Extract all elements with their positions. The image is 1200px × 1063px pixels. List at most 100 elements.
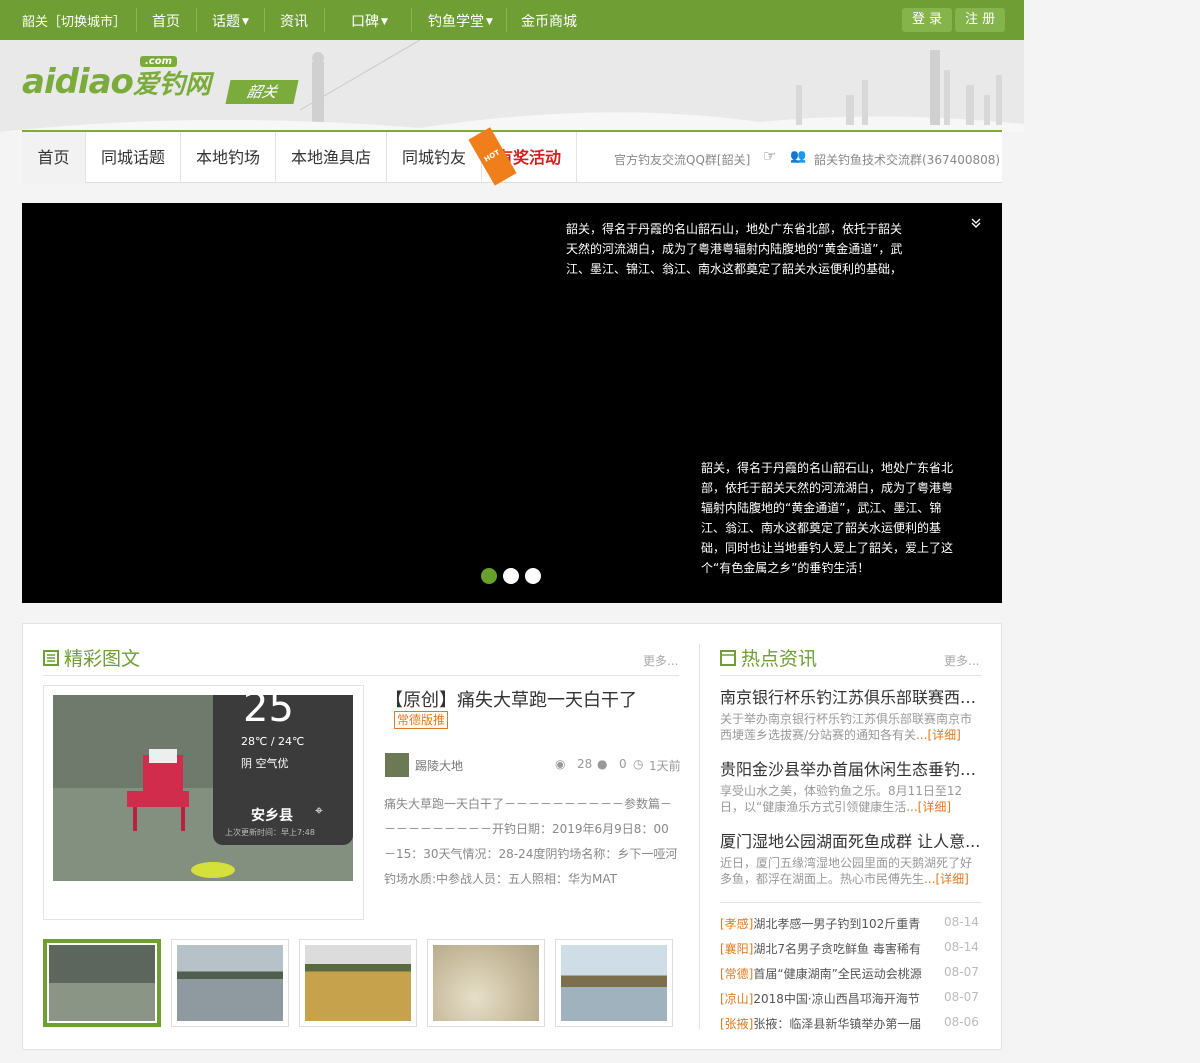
news-section-title: 热点资讯 xyxy=(720,644,817,671)
pointing-hand-icon: ☞ xyxy=(763,147,777,165)
location-pin-icon: ⌖ xyxy=(315,803,323,819)
weather-range: 28℃ / 24℃ xyxy=(241,735,305,748)
top-nav-topics-label: 话题 xyxy=(212,14,240,30)
divider xyxy=(720,675,982,676)
tab-local-tackle-shops[interactable]: 本地渔具店 xyxy=(276,132,387,183)
logo-cn: 爱钓网 xyxy=(132,70,211,100)
region-label: [凉山] xyxy=(720,992,754,1006)
thumbnail-5[interactable] xyxy=(555,939,673,1027)
top-nav-reviews[interactable]: 口碑 ▼ xyxy=(351,11,388,31)
list-item-title: 张掖：临泽县新华镇举办第一届 xyxy=(753,1017,922,1031)
site-logo[interactable]: aidiao爱钓网 .com 韶关 xyxy=(22,56,299,112)
avatar[interactable] xyxy=(385,753,409,777)
news-desc-3: 近日，厦门五缘湾湿地公园里面的天鹅湖死了好多鱼，都浮在湖面上。热心市民傅先生..… xyxy=(720,855,975,887)
city-switcher[interactable]: 韶关［切换城市］ xyxy=(22,11,126,30)
comments-count: 0 xyxy=(619,757,627,771)
divider xyxy=(43,675,679,676)
divider xyxy=(411,8,412,32)
divider xyxy=(264,8,265,32)
top-nav-mall[interactable]: 金币商城 xyxy=(521,11,577,31)
login-button[interactable]: 登 录 xyxy=(902,8,953,32)
top-nav-news[interactable]: 资讯 xyxy=(280,11,308,31)
carousel-dot-2[interactable] xyxy=(503,568,519,584)
list-item-title: 湖北孝感一男子钓到102斤重青 xyxy=(753,917,921,931)
qq-group-link[interactable]: 韶关钓鱼技术交流群(367400808) xyxy=(814,151,1000,168)
register-button[interactable]: 注 册 xyxy=(955,8,1006,32)
weather-widget: 25 28℃ / 24℃ 阴 空气优 安乡县 ⌖ 上次更新时间：早上7:48 xyxy=(213,695,353,845)
banner-intro-text: 韶关，得名于丹霞的名山韶石山，地处广东省北部，依托于韶关天然的河流湖白，成为了粤… xyxy=(566,222,903,276)
news-detail-link-1[interactable]: ...[详细] xyxy=(916,728,961,742)
list-item-title: 首届“健康湖南”全民运动会桃源 xyxy=(753,967,922,981)
people-icon: 👥 xyxy=(790,149,807,164)
thumbnail-3[interactable] xyxy=(299,939,417,1027)
news-headline-3[interactable]: 厦门湿地公园湖面死鱼成群 让人意... xyxy=(720,828,982,852)
divider xyxy=(196,8,197,32)
caret-down-icon: ▼ xyxy=(242,17,249,27)
banner-caption-text: 韶关，得名于丹霞的名山韶石山，地处广东省北部，依托于韶关天然的河流湖白，成为了粤… xyxy=(701,461,954,575)
featured-main-card[interactable]: 25 28℃ / 24℃ 阴 空气优 安乡县 ⌖ 上次更新时间：早上7:48 xyxy=(43,685,364,920)
caret-down-icon: ▼ xyxy=(486,17,493,27)
tab-prize-events[interactable]: HOT 有奖活动 xyxy=(468,127,577,186)
weather-condition: 阴 空气优 xyxy=(241,757,289,770)
featured-section-label: 精彩图文 xyxy=(64,648,141,670)
comment-icon: ● xyxy=(597,757,608,771)
carousel-dot-3[interactable] xyxy=(525,568,541,584)
list-item-date: 08-14 xyxy=(944,940,979,954)
top-nav-home[interactable]: 首页 xyxy=(152,11,180,31)
region-label: [常德] xyxy=(720,967,754,981)
divider xyxy=(720,902,982,903)
featured-article-title[interactable]: 【原创】痛失大草跑一天白干了 xyxy=(385,686,637,712)
divider xyxy=(324,8,325,32)
tab-home[interactable]: 首页 xyxy=(22,132,86,183)
divider xyxy=(506,8,507,32)
content-panel: 精彩图文 更多... 25 28℃ / 24℃ 阴 空气优 安乡县 ⌖ 上次更新… xyxy=(22,623,1002,1050)
double-chevron-down-icon[interactable] xyxy=(970,217,982,233)
news-headline-1[interactable]: 南京银行杯乐钓江苏俱乐部联赛西埂... xyxy=(720,684,982,708)
thumbnail-2[interactable] xyxy=(171,939,289,1027)
caret-down-icon: ▼ xyxy=(381,17,388,27)
list-item[interactable]: [常德]首届“健康湖南”全民运动会桃源 08-07 xyxy=(720,965,980,982)
hero-carousel[interactable]: 韶关，得名于丹霞的名山韶石山，地处广东省北部，依托于韶关天然的河流湖白，成为了粤… xyxy=(22,203,1002,603)
thumbnail-4[interactable] xyxy=(427,939,545,1027)
site-header: aidiao爱钓网 .com 韶关 xyxy=(0,40,1024,132)
featured-author[interactable]: 踢陵大地 xyxy=(415,757,463,774)
list-item[interactable]: [孝感]湖北孝感一男子钓到102斤重青 08-14 xyxy=(720,915,980,932)
news-headline-2[interactable]: 贵阳金沙县举办首届休闲生态垂钓大... xyxy=(720,756,982,780)
city-nav: 首页 同城话题 本地钓场 本地渔具店 同城钓友 HOT 有奖活动 官方钓友交流Q… xyxy=(22,127,1002,186)
logo-word: aidiao xyxy=(22,62,134,102)
list-item-date: 08-07 xyxy=(944,965,979,979)
list-item[interactable]: [凉山]2018中国·凉山西昌邛海开海节 08-07 xyxy=(720,990,980,1007)
tab-local-ponds[interactable]: 本地钓场 xyxy=(181,132,276,183)
divider xyxy=(699,644,700,1029)
news-detail-link-3[interactable]: ...[详细] xyxy=(924,872,969,886)
region-label: [孝感] xyxy=(720,917,754,931)
news-more-link[interactable]: 更多... xyxy=(944,652,979,669)
featured-photo[interactable]: 25 28℃ / 24℃ 阴 空气优 安乡县 ⌖ 上次更新时间：早上7:48 xyxy=(53,695,353,881)
list-item-date: 08-14 xyxy=(944,915,979,929)
thumbnail-1[interactable] xyxy=(43,939,161,1027)
logo-com: .com xyxy=(140,56,178,67)
divider xyxy=(136,8,137,32)
list-item-title: 湖北7名男子贪吃鲜鱼 毒害稀有 xyxy=(753,942,921,956)
weather-updated: 上次更新时间：早上7:48 xyxy=(225,828,315,837)
top-nav-topics[interactable]: 话题 ▼ xyxy=(212,11,249,31)
window-icon xyxy=(720,650,736,666)
top-nav-school-label: 钓鱼学堂 xyxy=(428,14,484,30)
region-label: [张掖] xyxy=(720,1017,754,1031)
featured-section-title: 精彩图文 xyxy=(43,644,140,671)
featured-more-link[interactable]: 更多... xyxy=(643,652,678,669)
weather-temp: 25 xyxy=(243,695,294,731)
logo-city-tag: 韶关 xyxy=(225,80,299,104)
featured-article-tag: 常德版推 xyxy=(394,711,449,729)
news-detail-link-2[interactable]: ...[详细] xyxy=(906,800,951,814)
region-label: [襄阳] xyxy=(720,942,754,956)
list-item[interactable]: [襄阳]湖北7名男子贪吃鲜鱼 毒害稀有 08-14 xyxy=(720,940,980,957)
qq-official-label: 官方钓友交流QQ群[韶关] xyxy=(614,153,751,167)
tab-city-topics[interactable]: 同城话题 xyxy=(86,132,181,183)
list-item[interactable]: [张掖]张掖：临泽县新华镇举办第一届 08-06 xyxy=(720,1015,980,1032)
top-nav-school[interactable]: 钓鱼学堂 ▼ xyxy=(428,11,493,31)
list-item-date: 08-06 xyxy=(944,1015,979,1029)
carousel-dot-1[interactable] xyxy=(481,568,497,584)
top-nav-reviews-label: 口碑 xyxy=(351,14,379,30)
clock-icon: ◷ xyxy=(633,757,644,771)
